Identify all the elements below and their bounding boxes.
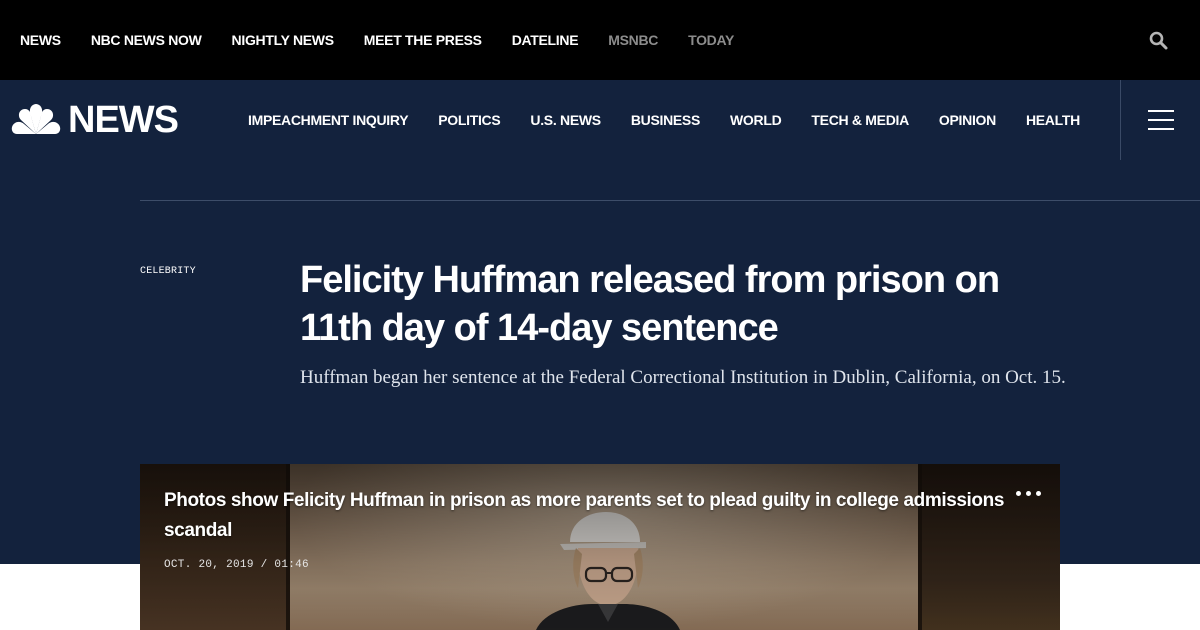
hamburger-menu-icon[interactable]: [1148, 110, 1174, 130]
header-rule: [140, 200, 1200, 201]
article-dek: Huffman began her sentence at the Federa…: [300, 367, 1066, 388]
section-opinion[interactable]: OPINION: [939, 112, 996, 128]
network-nav-nightly-news[interactable]: NIGHTLY NEWS: [232, 32, 335, 48]
network-nav-meet-the-press[interactable]: MEET THE PRESS: [364, 32, 482, 48]
section-health[interactable]: HEALTH: [1026, 112, 1080, 128]
video-date-duration: OCT. 20, 2019 / 01:46: [164, 559, 309, 571]
section-impeachment-inquiry[interactable]: IMPEACHMENT INQUIRY: [248, 112, 409, 128]
section-world[interactable]: WORLD: [730, 112, 782, 128]
article-headline: Felicity Huffman released from prison on…: [300, 259, 1000, 349]
header-divider: [1120, 80, 1121, 160]
network-nav-dateline[interactable]: DATELINE: [512, 32, 579, 48]
nbc-news-logo[interactable]: NEWS: [10, 99, 179, 141]
article-category-link[interactable]: CELEBRITY: [140, 266, 196, 277]
section-us-news[interactable]: U.S. NEWS: [530, 112, 601, 128]
network-nav-news[interactable]: NEWS: [20, 32, 61, 48]
logo-wordmark: NEWS: [68, 99, 179, 141]
section-tech-media[interactable]: TECH & MEDIA: [811, 112, 909, 128]
peacock-icon: [11, 104, 61, 134]
video-player[interactable]: Photos show Felicity Huffman in prison a…: [140, 464, 1060, 630]
main-header: NEWS IMPEACHMENT INQUIRY POLITICS U.S. N…: [0, 80, 1200, 160]
top-bar: NEWS NBC NEWS NOW NIGHTLY NEWS MEET THE …: [0, 0, 1200, 80]
network-nav: NEWS NBC NEWS NOW NIGHTLY NEWS MEET THE …: [20, 0, 764, 80]
video-title[interactable]: Photos show Felicity Huffman in prison a…: [164, 486, 1004, 546]
search-icon[interactable]: [1148, 30, 1170, 52]
more-options-icon[interactable]: [1016, 488, 1044, 500]
network-nav-today[interactable]: TODAY: [688, 32, 734, 48]
network-nav-nbc-news-now[interactable]: NBC NEWS NOW: [91, 32, 202, 48]
section-politics[interactable]: POLITICS: [438, 112, 500, 128]
network-nav-msnbc[interactable]: MSNBC: [608, 32, 658, 48]
section-business[interactable]: BUSINESS: [631, 112, 700, 128]
section-nav: IMPEACHMENT INQUIRY POLITICS U.S. NEWS B…: [248, 80, 1110, 160]
